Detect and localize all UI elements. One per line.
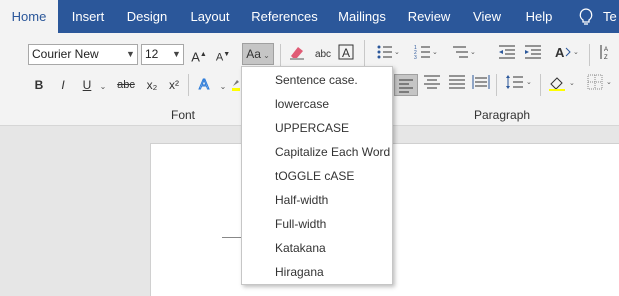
- svg-text:A: A: [199, 76, 209, 92]
- svg-text:3: 3: [414, 55, 417, 60]
- increase-indent-icon[interactable]: [522, 44, 544, 66]
- svg-text:A: A: [604, 47, 608, 53]
- menu-item-capitalize-each-word[interactable]: Capitalize Each Word: [242, 140, 392, 164]
- numbering-icon[interactable]: 1 2 3 ⌄: [411, 44, 441, 66]
- asian-layout-icon[interactable]: A ⌄: [551, 44, 583, 66]
- font-size-combo[interactable]: 12 ▼: [141, 44, 184, 65]
- separator: [280, 44, 281, 66]
- shrink-font-icon[interactable]: A▼: [213, 44, 233, 66]
- separator: [589, 44, 590, 66]
- menu-item-lowercase[interactable]: lowercase: [242, 92, 392, 116]
- svg-text:⌄: ⌄: [573, 49, 579, 56]
- align-left-button[interactable]: [394, 74, 418, 96]
- underline-button[interactable]: U: [78, 74, 96, 96]
- svg-text:⌄: ⌄: [470, 49, 476, 56]
- highlight-color-icon[interactable]: [232, 74, 240, 96]
- tab-mailings[interactable]: Mailings: [332, 0, 392, 33]
- svg-text:⌄: ⌄: [394, 49, 400, 56]
- font-name-value: Courier New: [32, 47, 99, 61]
- line-spacing-icon[interactable]: ⌄: [502, 74, 536, 96]
- tab-design[interactable]: Design: [120, 0, 174, 33]
- italic-button[interactable]: I: [54, 74, 72, 96]
- chevron-down-icon[interactable]: ▼: [170, 45, 183, 64]
- separator: [188, 74, 189, 96]
- chevron-down-icon[interactable]: ⌄: [97, 74, 109, 96]
- tab-insert[interactable]: Insert: [62, 0, 114, 33]
- multilevel-list-icon[interactable]: ⌄: [449, 44, 479, 66]
- character-border-icon[interactable]: A: [336, 44, 356, 66]
- group-label-paragraph: Paragraph: [474, 108, 531, 122]
- justify-icon[interactable]: [446, 74, 468, 96]
- menu-item-full-width[interactable]: Full-width: [242, 212, 392, 236]
- clear-formatting-icon[interactable]: [287, 44, 307, 66]
- shading-icon[interactable]: ⌄: [545, 74, 579, 96]
- tab-home[interactable]: Home: [0, 0, 58, 33]
- lightbulb-icon[interactable]: [575, 0, 597, 33]
- ribbon-tab-bar: Home Insert Design Layout References Mai…: [0, 0, 619, 33]
- tab-references[interactable]: References: [247, 0, 322, 33]
- subscript-button[interactable]: x₂: [142, 74, 162, 96]
- superscript-button[interactable]: x²: [164, 74, 184, 96]
- distributed-icon[interactable]: [470, 74, 492, 96]
- tab-review[interactable]: Review: [402, 0, 456, 33]
- svg-text:⌄: ⌄: [606, 79, 612, 86]
- menu-item-hiragana[interactable]: Hiragana: [242, 260, 392, 284]
- tab-view[interactable]: View: [466, 0, 508, 33]
- tab-layout[interactable]: Layout: [184, 0, 236, 33]
- svg-text:⌄: ⌄: [569, 80, 575, 87]
- separator: [540, 74, 541, 96]
- svg-text:A: A: [342, 46, 350, 60]
- separator: [496, 74, 497, 96]
- tab-tell-me[interactable]: Te: [603, 0, 619, 33]
- change-case-button[interactable]: Aa ⌄: [242, 43, 274, 65]
- menu-item-toggle-case[interactable]: tOGGLE cASE: [242, 164, 392, 188]
- svg-text:A: A: [555, 45, 565, 60]
- menu-item-sentence-case[interactable]: Sentence case.: [242, 68, 392, 92]
- tab-help[interactable]: Help: [518, 0, 560, 33]
- group-label-font: Font: [171, 108, 196, 122]
- chevron-down-icon[interactable]: ⌄: [217, 74, 229, 96]
- grow-font-icon[interactable]: A▲: [189, 44, 209, 66]
- align-center-icon[interactable]: [421, 74, 443, 96]
- bullets-icon[interactable]: ⌄: [373, 44, 403, 66]
- sort-icon[interactable]: AZ: [597, 44, 615, 66]
- font-name-combo[interactable]: Courier New ▼: [28, 44, 138, 65]
- margin-marker: [222, 237, 242, 238]
- svg-text:⌄: ⌄: [432, 49, 438, 56]
- menu-item-uppercase[interactable]: UPPERCASE: [242, 116, 392, 140]
- phonetic-guide-icon[interactable]: abc: [312, 44, 334, 66]
- font-size-value: 12: [145, 47, 159, 61]
- borders-icon[interactable]: ⌄: [584, 74, 618, 96]
- svg-text:Z: Z: [604, 55, 608, 60]
- change-case-menu: Sentence case. lowercase UPPERCASE Capit…: [241, 66, 393, 285]
- text-effects-icon[interactable]: A: [195, 74, 217, 96]
- menu-item-katakana[interactable]: Katakana: [242, 236, 392, 260]
- decrease-indent-icon[interactable]: [496, 44, 518, 66]
- svg-text:⌄: ⌄: [526, 79, 532, 86]
- strikethrough-button[interactable]: abc: [114, 74, 138, 96]
- menu-item-half-width[interactable]: Half-width: [242, 188, 392, 212]
- chevron-down-icon[interactable]: ▼: [124, 45, 137, 64]
- bold-button[interactable]: B: [30, 74, 48, 96]
